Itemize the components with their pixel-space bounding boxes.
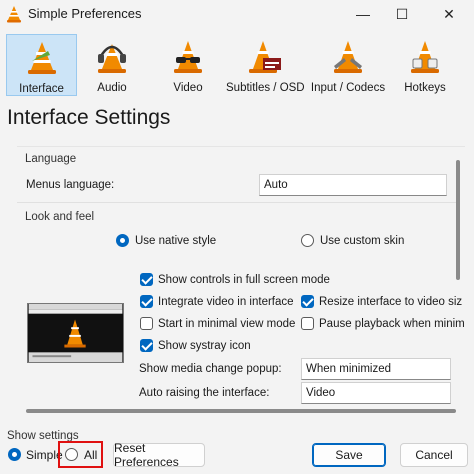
- horizontal-scrollbar[interactable]: [26, 409, 456, 413]
- category-subtitles-osd[interactable]: Subtitles / OSD: [226, 34, 305, 96]
- minimal-view-label: Start in minimal view mode: [158, 318, 296, 330]
- category-input-codecs[interactable]: Input / Codecs: [310, 34, 386, 96]
- custom-skin-radio[interactable]: [301, 234, 314, 247]
- codec-cone-icon: [334, 41, 362, 73]
- settings-panel: Language Menus language: Auto Look and f…: [17, 146, 465, 406]
- minimize-button[interactable]: —: [344, 0, 382, 28]
- interface-cone-icon: [27, 42, 56, 74]
- hotkeys-cone-icon: [411, 41, 439, 73]
- custom-skin-label: Use custom skin: [320, 235, 405, 247]
- category-hotkeys[interactable]: Hotkeys: [398, 34, 452, 96]
- minimal-view-checkbox[interactable]: [140, 317, 153, 330]
- native-style-label: Use native style: [135, 235, 217, 247]
- window-title: Simple Preferences: [28, 6, 142, 21]
- menus-language-label: Menus language:: [26, 179, 115, 191]
- reset-preferences-button[interactable]: Reset Preferences: [113, 441, 205, 469]
- category-video[interactable]: Video: [160, 34, 216, 96]
- category-label: Subtitles / OSD: [226, 82, 305, 94]
- pause-playback-checkbox[interactable]: [301, 317, 314, 330]
- maximize-button[interactable]: ☐: [383, 0, 421, 28]
- all-settings-radio[interactable]: [65, 448, 78, 461]
- media-change-popup-value: When minimized: [306, 363, 391, 375]
- systray-icon-label: Show systray icon: [158, 340, 251, 352]
- minimize-icon: —: [356, 6, 370, 22]
- interface-preview-image: [27, 303, 124, 363]
- title-bar: Simple Preferences — ☐ ✕: [0, 0, 474, 28]
- resize-interface-label: Resize interface to video siz: [319, 296, 463, 308]
- look-and-feel-section-title: Look and feel: [25, 211, 95, 223]
- fullscreen-controls-checkbox[interactable]: [140, 273, 153, 286]
- close-icon: ✕: [443, 5, 455, 22]
- menus-language-select[interactable]: Auto: [259, 174, 447, 196]
- integrate-video-checkbox[interactable]: [140, 295, 153, 308]
- media-change-popup-label: Show media change popup:: [139, 363, 282, 375]
- auto-raising-label: Auto raising the interface:: [139, 387, 270, 399]
- category-label: Hotkeys: [404, 82, 446, 94]
- vlc-logo-icon: [7, 6, 21, 23]
- pause-playback-label: Pause playback when minim: [319, 318, 465, 330]
- systray-icon-checkbox[interactable]: [140, 339, 153, 352]
- all-settings-label: All: [84, 448, 98, 462]
- category-label: Interface: [19, 83, 64, 95]
- media-change-popup-select[interactable]: When minimized: [301, 358, 451, 380]
- resize-interface-checkbox[interactable]: [301, 295, 314, 308]
- save-button[interactable]: Save: [312, 443, 386, 467]
- maximize-icon: ☐: [395, 5, 409, 22]
- category-audio[interactable]: Audio: [84, 34, 140, 96]
- divider: [17, 202, 457, 203]
- fullscreen-controls-label: Show controls in full screen mode: [158, 274, 330, 286]
- vertical-scrollbar[interactable]: [456, 160, 460, 280]
- close-button[interactable]: ✕: [430, 0, 468, 28]
- native-style-radio[interactable]: [116, 234, 129, 247]
- category-toolbar: Interface Audio Video Subtitles / OSD In…: [0, 34, 474, 96]
- language-section-title: Language: [25, 153, 77, 165]
- auto-raising-value: Video: [306, 387, 336, 399]
- cancel-button[interactable]: Cancel: [400, 443, 468, 467]
- category-label: Input / Codecs: [310, 82, 386, 94]
- headphones-cone-icon: [98, 44, 126, 73]
- category-interface[interactable]: Interface: [6, 34, 77, 96]
- page-title: Interface Settings: [7, 106, 171, 129]
- integrate-video-label: Integrate video in interface: [158, 296, 294, 308]
- simple-settings-radio[interactable]: [8, 448, 21, 461]
- glasses-cone-icon: [174, 41, 202, 73]
- category-label: Audio: [97, 82, 127, 94]
- menus-language-value: Auto: [264, 179, 288, 191]
- auto-raising-select[interactable]: Video: [301, 382, 451, 404]
- category-label: Video: [173, 82, 203, 94]
- subtitles-cone-icon: [249, 41, 281, 73]
